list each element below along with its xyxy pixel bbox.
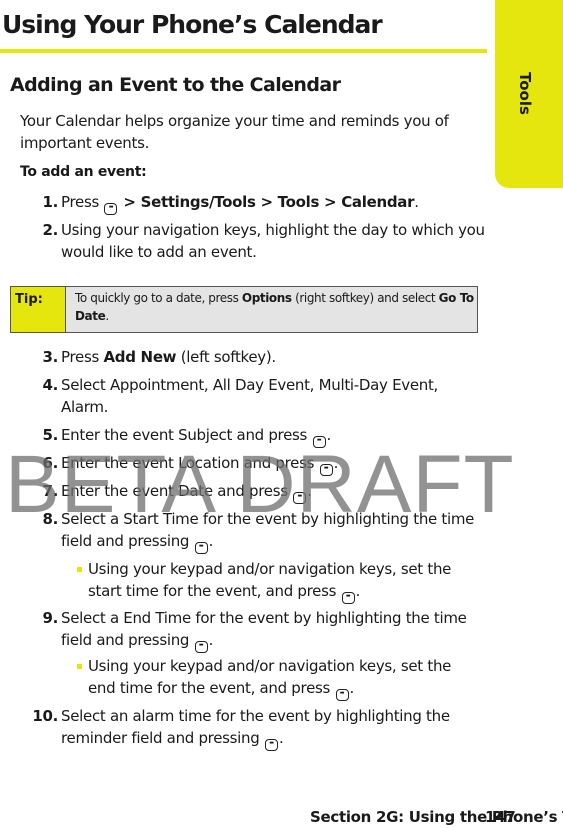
bullet-square-icon (77, 664, 82, 669)
tip-text: To quickly go to a date, press Options (… (75, 291, 474, 323)
step-8-bullet: Using your keypad and/or navigation keys… (77, 558, 478, 604)
step-9-bullet: Using your keypad and/or navigation keys… (77, 655, 478, 701)
section-tab-label: Tools (516, 72, 534, 115)
beta-draft-watermark: BETA DRAFT (5, 439, 515, 530)
tip-box: Tip: To quickly go to a date, press Opti… (10, 286, 478, 333)
menu-ok-key-icon: ▬ (341, 592, 355, 604)
menu-ok-key-icon: ▬ (194, 641, 208, 653)
menu-ok-key-icon: ▬ (335, 689, 349, 701)
procedure-label: To add an event: (20, 164, 147, 180)
menu-ok-key-icon: ▬ (104, 203, 118, 215)
tip-label: Tip: (11, 287, 66, 332)
menu-ok-key-icon: ▬ (194, 542, 208, 554)
intro-paragraph: Your Calendar helps organize your time a… (20, 112, 449, 152)
footer-section: Section 2G: Using the Phone’s Tools (310, 808, 563, 826)
title-rule (0, 49, 487, 53)
bullet-square-icon (77, 567, 82, 572)
page-number: 147 (485, 808, 516, 826)
menu-ok-key-icon: ▬ (264, 739, 278, 751)
section-heading: Adding an Event to the Calendar (10, 74, 341, 96)
page-footer: Section 2G: Using the Phone’s Tools 147 (310, 808, 563, 826)
page-title: Using Your Phone’s Calendar (2, 10, 383, 39)
